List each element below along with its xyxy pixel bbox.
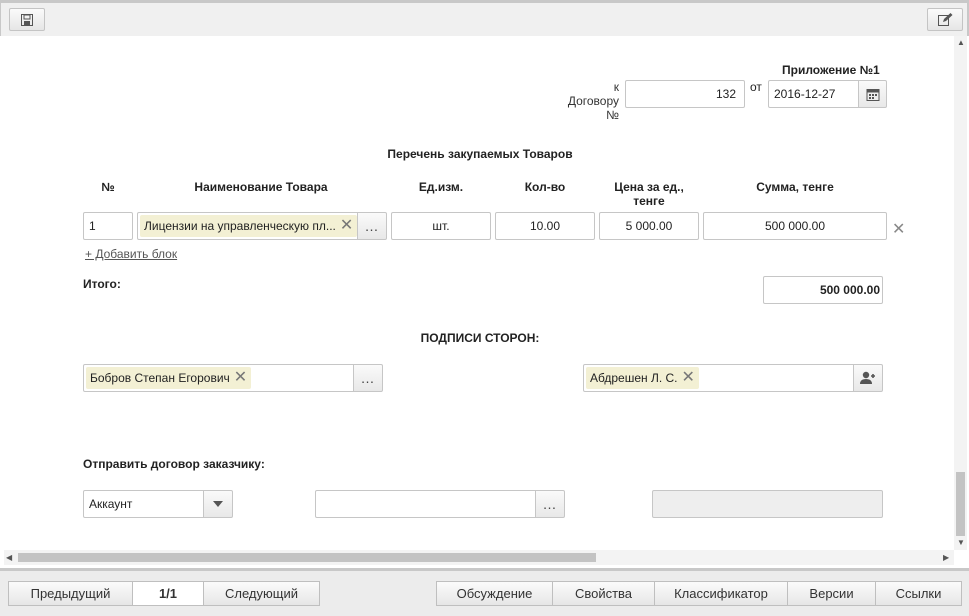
- product-name-tag: Лицензии на управленческую пл... ✕: [140, 215, 358, 237]
- date-from-label: от: [750, 80, 762, 94]
- tab-links[interactable]: Ссылки: [875, 581, 962, 606]
- vertical-scrollbar[interactable]: ▲ ▼: [954, 36, 967, 550]
- edit-icon: [937, 13, 952, 26]
- column-header-number: №: [101, 180, 115, 194]
- unit-field[interactable]: шт.: [391, 212, 491, 240]
- horizontal-scrollbar[interactable]: ◀ ▶: [4, 550, 954, 565]
- scroll-up-icon[interactable]: ▲: [957, 38, 965, 47]
- right-signer-tag: Абдрешен Л. С. ✕: [586, 367, 699, 389]
- scroll-right-icon[interactable]: ▶: [943, 553, 949, 562]
- signatures-title: ПОДПИСИ СТОРОН:: [420, 331, 540, 345]
- contract-number-field[interactable]: 132: [625, 80, 745, 108]
- right-signer-select-button[interactable]: [853, 364, 883, 392]
- account-dropdown-button[interactable]: [203, 490, 233, 518]
- delete-row-icon[interactable]: ✕: [892, 219, 905, 239]
- page-indicator: 1/1: [132, 581, 204, 606]
- chevron-down-icon: [213, 501, 223, 507]
- add-block-link[interactable]: + Добавить блок: [85, 247, 177, 261]
- remove-product-icon[interactable]: ✕: [340, 218, 353, 234]
- tab-properties[interactable]: Свойства: [552, 581, 655, 606]
- save-icon: [21, 13, 33, 26]
- tab-classifier[interactable]: Классификатор: [654, 581, 788, 606]
- total-label: Итого:: [83, 277, 121, 291]
- disabled-field: [652, 490, 883, 518]
- calendar-button[interactable]: [858, 80, 887, 108]
- remove-right-signer-icon[interactable]: ✕: [682, 370, 695, 386]
- appendix-title: Приложение №1: [782, 63, 880, 77]
- recipient-select-button[interactable]: …: [535, 490, 565, 518]
- calendar-icon: [866, 89, 879, 101]
- send-to-customer-label: Отправить договор заказчику:: [83, 457, 265, 471]
- column-header-unit: Ед.изм.: [418, 180, 464, 194]
- account-select[interactable]: Аккаунт: [83, 490, 207, 518]
- top-toolbar: [0, 0, 969, 36]
- left-signer-name: Бобров Степан Егорович: [90, 371, 230, 385]
- user-select-icon: [860, 371, 875, 384]
- previous-button[interactable]: Предыдущий: [8, 581, 133, 606]
- column-header-quantity: Кол-во: [524, 180, 566, 194]
- column-header-sum: Сумма, тенге: [756, 180, 834, 194]
- left-signer-field[interactable]: Бобров Степан Егорович ✕: [83, 364, 355, 392]
- sum-field[interactable]: 500 000.00: [703, 212, 887, 240]
- left-signer-tag: Бобров Степан Егорович ✕: [86, 367, 252, 389]
- quantity-field[interactable]: 10.00: [495, 212, 595, 240]
- column-header-name: Наименование Товара: [194, 180, 328, 194]
- price-field[interactable]: 5 000.00: [599, 212, 699, 240]
- save-button[interactable]: [9, 8, 45, 31]
- product-name-field[interactable]: Лицензии на управленческую пл... ✕: [137, 212, 359, 240]
- right-signer-field[interactable]: Абдрешен Л. С. ✕: [583, 364, 855, 392]
- column-header-price: Цена за ед., тенге: [614, 180, 684, 208]
- bottom-bar: Предыдущий 1/1 Следующий Обсуждение Свой…: [0, 568, 969, 616]
- total-value-field[interactable]: 500 000.00: [763, 276, 883, 304]
- contract-number-label: к Договору №: [567, 80, 619, 122]
- tab-versions[interactable]: Версии: [787, 581, 876, 606]
- document-content: Приложение №1 к Договору № 132 от 2016-1…: [4, 36, 954, 550]
- left-signer-select-button[interactable]: …: [353, 364, 383, 392]
- contract-date-field[interactable]: 2016-12-27: [768, 80, 860, 108]
- goods-list-title: Перечень закупаемых Товаров: [387, 147, 573, 161]
- row-number-field[interactable]: 1: [83, 212, 133, 240]
- scroll-left-icon[interactable]: ◀: [6, 553, 12, 562]
- recipient-input[interactable]: [315, 490, 537, 518]
- tab-discussion[interactable]: Обсуждение: [436, 581, 553, 606]
- scroll-down-icon[interactable]: ▼: [957, 538, 965, 547]
- vertical-scroll-thumb[interactable]: [956, 472, 965, 536]
- product-select-button[interactable]: …: [357, 212, 387, 240]
- remove-left-signer-icon[interactable]: ✕: [234, 370, 247, 386]
- edit-button[interactable]: [927, 8, 963, 31]
- next-button[interactable]: Следующий: [203, 581, 320, 606]
- right-signer-name: Абдрешен Л. С.: [590, 371, 678, 385]
- horizontal-scroll-thumb[interactable]: [18, 553, 596, 562]
- product-name-text: Лицензии на управленческую пл...: [144, 219, 336, 233]
